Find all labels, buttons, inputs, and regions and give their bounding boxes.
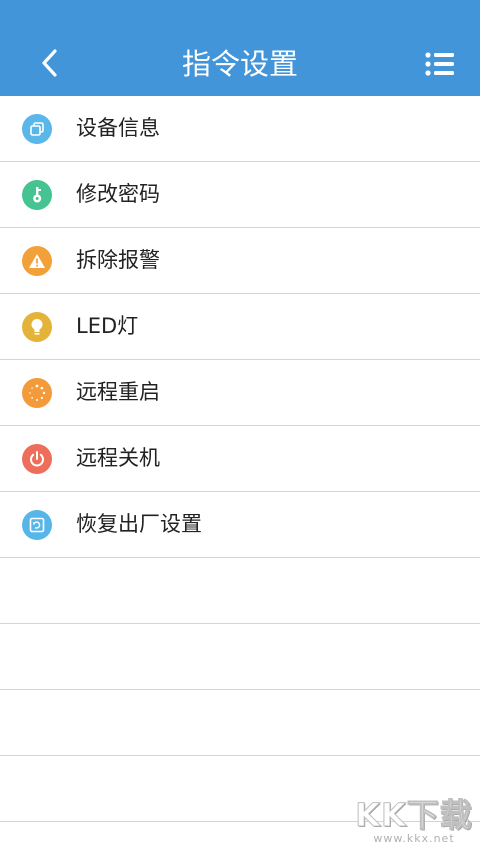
power-icon bbox=[22, 444, 52, 474]
command-row-tamper-alarm[interactable]: 拆除报警 bbox=[0, 228, 480, 294]
empty-row bbox=[0, 624, 480, 690]
empty-row bbox=[0, 690, 480, 756]
command-label: LED灯 bbox=[76, 314, 139, 338]
command-label: 远程关机 bbox=[76, 446, 160, 470]
watermark: KK下载 www.kkx.net bbox=[354, 797, 474, 849]
list-menu-icon bbox=[425, 52, 454, 76]
warning-icon bbox=[22, 246, 52, 276]
factory-reset-icon bbox=[22, 510, 52, 540]
key-icon bbox=[22, 180, 52, 210]
command-label: 远程重启 bbox=[76, 380, 160, 404]
watermark-logo: KK下载 bbox=[355, 796, 473, 834]
command-label: 拆除报警 bbox=[76, 248, 160, 272]
empty-row bbox=[0, 558, 480, 624]
command-row-remote-shutdown[interactable]: 远程关机 bbox=[0, 426, 480, 492]
command-label: 修改密码 bbox=[76, 182, 160, 206]
page-title: 指令设置 bbox=[181, 47, 298, 81]
watermark-url: www.kkx.net bbox=[373, 832, 455, 845]
command-list: 设备信息 修改密码 拆除报警 LED灯 远程重启 远程关机 恢复出厂设置 bbox=[0, 96, 480, 822]
bulb-icon bbox=[22, 312, 52, 342]
command-label: 恢复出厂设置 bbox=[76, 512, 202, 536]
device-info-icon bbox=[22, 114, 52, 144]
restart-icon bbox=[22, 378, 52, 408]
command-label: 设备信息 bbox=[76, 116, 160, 140]
command-row-device-info[interactable]: 设备信息 bbox=[0, 96, 480, 162]
app-header: 指令设置 bbox=[0, 0, 480, 96]
menu-button[interactable] bbox=[418, 44, 462, 84]
command-row-remote-restart[interactable]: 远程重启 bbox=[0, 360, 480, 426]
command-row-led-light[interactable]: LED灯 bbox=[0, 294, 480, 360]
command-row-change-password[interactable]: 修改密码 bbox=[0, 162, 480, 228]
command-row-factory-reset[interactable]: 恢复出厂设置 bbox=[0, 492, 480, 558]
